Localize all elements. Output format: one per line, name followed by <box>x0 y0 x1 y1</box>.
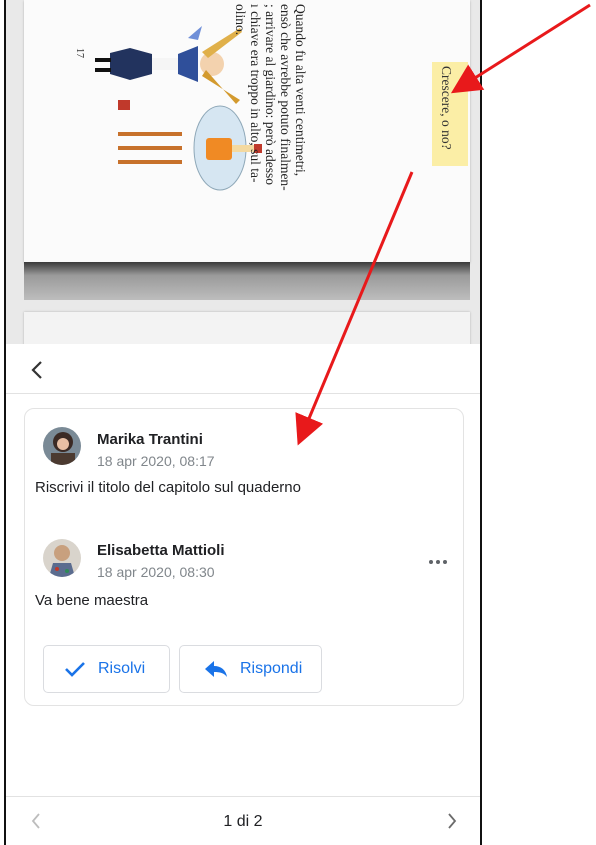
comment-thread-card: Marika Trantini 18 apr 2020, 08:17 Riscr… <box>24 408 464 706</box>
small-box <box>118 100 130 110</box>
avatar <box>43 427 81 465</box>
chevron-left-icon <box>31 361 42 379</box>
check-icon <box>65 662 85 677</box>
page-number: 17 <box>74 48 85 58</box>
document-page: 17 Quando fu alta venti centimetri, ensò… <box>24 0 470 262</box>
pager-label: 1 di 2 <box>223 813 263 830</box>
divider <box>6 393 480 394</box>
reply-label: Rispondi <box>240 660 303 677</box>
next-page-preview <box>24 312 470 344</box>
text-line: ensò che avrebbe potuto finalmen- <box>278 4 293 191</box>
comment-date: 18 apr 2020, 08:17 <box>97 453 215 469</box>
more-options-button[interactable] <box>429 551 453 564</box>
comment-author: Elisabetta Mattioli <box>97 542 225 559</box>
chapter-title-text: Crescere, o no? <box>439 66 454 150</box>
more-horizontal-icon <box>436 560 440 564</box>
page-edge <box>24 262 470 300</box>
comment-panel: Marika Trantini 18 apr 2020, 08:17 Riscr… <box>6 344 480 845</box>
comment-text: Riscrivi il titolo del capitolo sul quad… <box>35 479 301 496</box>
comment-author: Marika Trantini <box>97 431 203 448</box>
resolve-button[interactable]: Risolvi <box>43 645 170 693</box>
reply-arrow-icon <box>205 661 227 677</box>
table-illustration <box>118 105 262 191</box>
next-comment-button[interactable] <box>446 812 458 835</box>
back-button[interactable] <box>26 358 50 382</box>
reply-button[interactable]: Rispondi <box>179 645 322 693</box>
resolve-label: Risolvi <box>98 660 146 677</box>
comment-text: Va bene maestra <box>35 592 149 609</box>
text-line: olino. <box>233 4 248 36</box>
document-preview[interactable]: 17 Quando fu alta venti centimetri, ensò… <box>6 0 480 344</box>
chevron-right-icon <box>448 813 457 829</box>
page-text: Quando fu alta venti centimetri, ensò ch… <box>233 4 308 254</box>
alice-figure <box>95 26 242 104</box>
device-frame: 17 Quando fu alta venti centimetri, ensò… <box>4 0 482 845</box>
text-line: ; arrivare al giardino: però adesso <box>263 4 278 186</box>
text-line: Quando fu alta venti centimetri, <box>293 4 308 177</box>
avatar <box>43 539 81 577</box>
comment-date: 18 apr 2020, 08:30 <box>97 564 215 580</box>
more-horizontal-icon <box>429 560 433 564</box>
more-horizontal-icon <box>443 560 447 564</box>
text-line: ı chiave era troppo in alto, sul ta- <box>248 4 263 183</box>
footer-divider <box>6 796 480 797</box>
